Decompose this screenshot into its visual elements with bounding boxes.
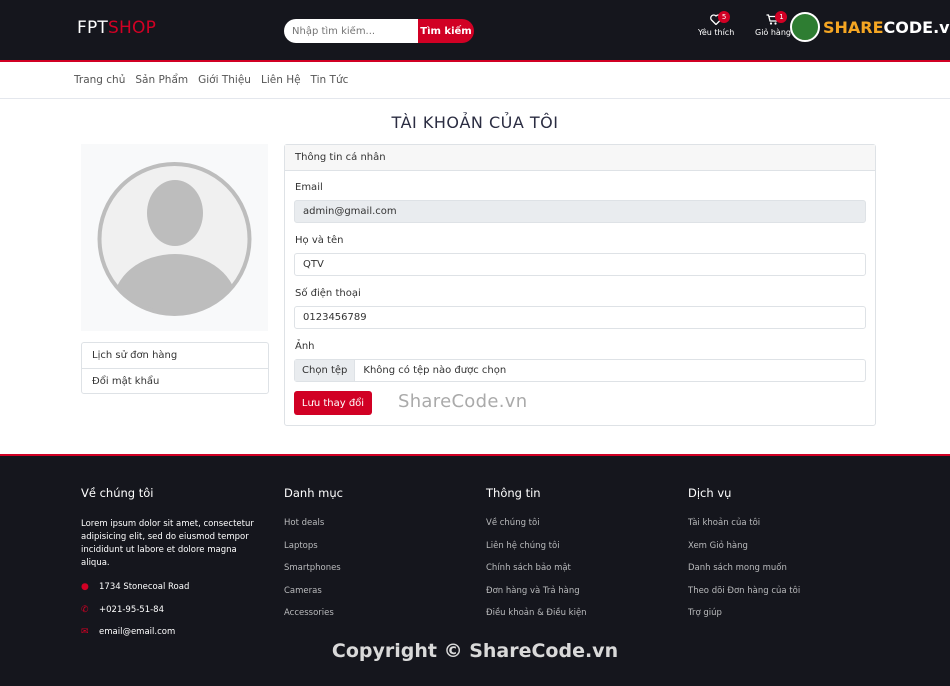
main-nav: Trang chủ Sản Phẩm Giới Thiệu Liên Hệ Ti… <box>0 64 950 99</box>
footer-link[interactable]: Cameras <box>284 586 343 609</box>
copyright-text: Copyright © ShareCode.vn <box>331 640 619 662</box>
menu-item-order-history[interactable]: Lịch sử đơn hàng <box>82 343 268 368</box>
footer-services-title: Dịch vụ <box>688 486 732 500</box>
envelope-icon: ✉ <box>81 627 89 638</box>
menu-item-change-password[interactable]: Đổi mật khẩu <box>82 368 268 393</box>
cart-label: Giỏ hàng <box>755 28 791 37</box>
logo-part2: SHOP <box>108 18 157 38</box>
phone-label: Số điện thoại <box>295 288 361 299</box>
footer-info-title: Thông tin <box>486 486 541 500</box>
image-label: Ảnh <box>295 341 315 352</box>
footer-link[interactable]: Accessories <box>284 608 343 631</box>
cart-count-badge: 1 <box>775 11 788 23</box>
nav-item-products[interactable]: Sản Phẩm <box>135 74 188 86</box>
save-changes-button[interactable]: Lưu thay đổi <box>294 391 372 415</box>
phone-icon: ✆ <box>81 604 89 615</box>
footer-address: ● 1734 Stonecoal Road <box>81 576 261 599</box>
footer-about-text: Lorem ipsum dolor sit amet, consectetur … <box>81 519 254 568</box>
watermark-part2: CODE.vn <box>883 17 950 37</box>
footer-link[interactable]: Đơn hàng và Trả hàng <box>486 586 587 609</box>
top-header: FPTSHOP Tìm kiếm 5 Yêu thích 1 Giỏ hàng … <box>0 0 950 62</box>
search-input[interactable] <box>284 19 418 43</box>
choose-file-button[interactable]: Chọn tệp <box>295 360 356 381</box>
sharecode-watermark-logo: SHARECODE.vn <box>790 12 950 42</box>
footer-phone-text: +021-95-51-84 <box>99 604 164 615</box>
email-label: Email <box>295 182 323 193</box>
cart-link[interactable]: 1 Giỏ hàng <box>755 11 791 37</box>
account-menu: Lịch sử đơn hàng Đổi mật khẩu <box>81 342 269 394</box>
footer-address-text: 1734 Stonecoal Road <box>99 582 190 593</box>
footer-categories: Danh mục Hot deals Laptops Smartphones C… <box>284 486 343 631</box>
file-status-text: Không có tệp nào được chọn <box>363 365 507 376</box>
footer-about-title: Về chúng tôi <box>81 486 154 500</box>
footer-email-text: email@email.com <box>99 627 176 638</box>
footer-about: Về chúng tôi Lorem ipsum dolor sit amet,… <box>81 486 261 644</box>
footer-link[interactable]: Hot deals <box>284 518 343 541</box>
profile-form-card: Thông tin cá nhân Email admin@gmail.com … <box>284 144 876 426</box>
footer-link[interactable]: Chính sách bảo mật <box>486 563 587 586</box>
watermark-text: ShareCode.vn <box>398 391 528 412</box>
email-field: admin@gmail.com <box>294 200 866 223</box>
footer-link[interactable]: Điều khoản & Điều kiện <box>486 608 587 631</box>
map-marker-icon: ● <box>81 582 89 593</box>
wishlist-label: Yêu thích <box>698 28 735 37</box>
card-header: Thông tin cá nhân <box>285 145 875 171</box>
footer-link[interactable]: Danh sách mong muốn <box>688 563 800 586</box>
logo-part1: FPT <box>77 18 109 38</box>
watermark-part1: SHARE <box>823 17 884 37</box>
footer-phone: ✆ +021-95-51-84 <box>81 599 261 622</box>
footer-link[interactable]: Smartphones <box>284 563 343 586</box>
footer-link[interactable]: Về chúng tôi <box>486 518 587 541</box>
name-label: Họ và tên <box>295 235 344 246</box>
footer-link[interactable]: Laptops <box>284 541 343 564</box>
footer-link[interactable]: Liên hệ chúng tôi <box>486 541 587 564</box>
search-bar: Tìm kiếm <box>284 19 474 43</box>
page-title: TÀI KHOẢN CỦA TÔI <box>391 113 559 132</box>
footer-link[interactable]: Theo dõi Đơn hàng của tôi <box>688 586 800 609</box>
footer-services: Dịch vụ Tài khoản của tôi Xem Giỏ hàng D… <box>688 486 800 631</box>
logo[interactable]: FPTSHOP <box>77 18 156 38</box>
image-file-input[interactable]: Chọn tệp Không có tệp nào được chọn <box>294 359 866 382</box>
avatar <box>81 144 268 331</box>
footer-link[interactable]: Xem Giỏ hàng <box>688 541 800 564</box>
footer-link[interactable]: Tài khoản của tôi <box>688 518 800 541</box>
nav-item-news[interactable]: Tin Tức <box>311 74 349 86</box>
footer: Về chúng tôi Lorem ipsum dolor sit amet,… <box>0 454 950 686</box>
footer-categories-title: Danh mục <box>284 486 343 500</box>
name-field[interactable]: QTV <box>294 253 866 276</box>
wishlist-link[interactable]: 5 Yêu thích <box>698 11 735 37</box>
nav-item-home[interactable]: Trang chủ <box>74 74 125 86</box>
nav-item-about[interactable]: Giới Thiệu <box>198 74 251 86</box>
footer-info: Thông tin Về chúng tôi Liên hệ chúng tôi… <box>486 486 587 631</box>
wishlist-count-badge: 5 <box>718 11 731 23</box>
search-button[interactable]: Tìm kiếm <box>418 19 474 43</box>
footer-link[interactable]: Trợ giúp <box>688 608 800 631</box>
nav-item-contact[interactable]: Liên Hệ <box>261 74 301 86</box>
user-avatar-icon <box>97 162 252 316</box>
watermark-emblem <box>790 12 820 42</box>
phone-field[interactable]: 0123456789 <box>294 306 866 329</box>
